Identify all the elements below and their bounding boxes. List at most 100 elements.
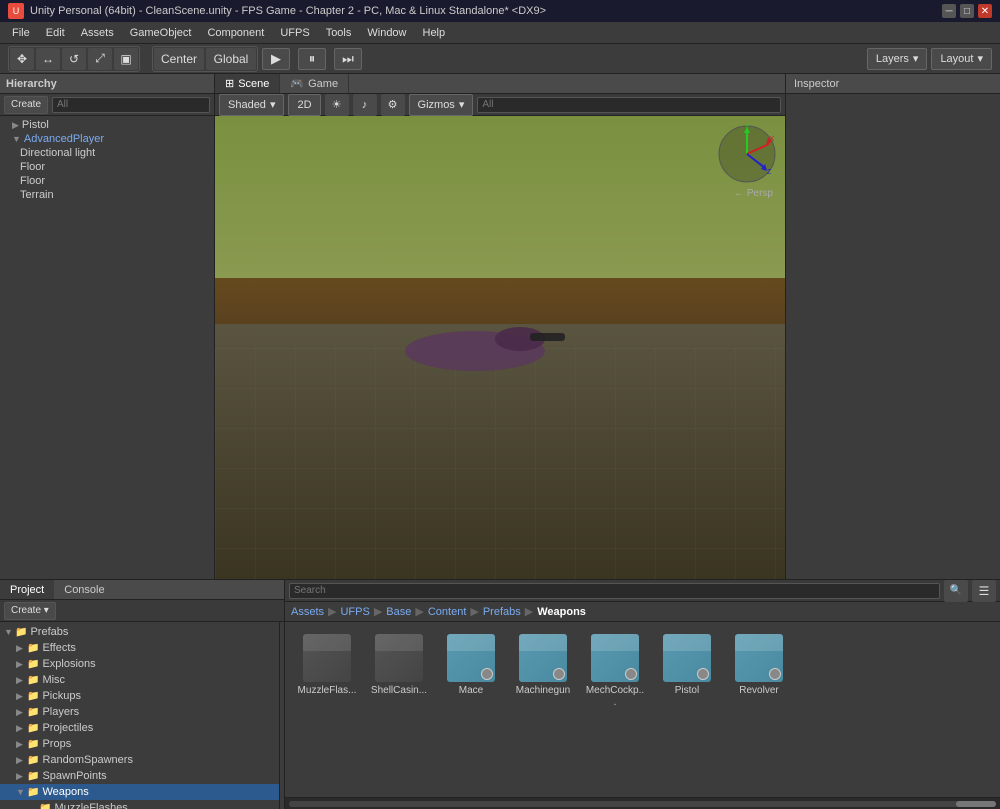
breadcrumb-weapons[interactable]: Weapons bbox=[537, 606, 586, 618]
asset-label: ShellCasin... bbox=[371, 685, 427, 697]
project-tab[interactable]: Project bbox=[0, 580, 54, 599]
tree-item-randomspawners[interactable]: ▶ 📁 RandomSpawners bbox=[0, 752, 279, 768]
menu-gameobject[interactable]: GameObject bbox=[122, 25, 200, 41]
expand-arrow: ▶ bbox=[16, 659, 24, 670]
close-button[interactable]: ✕ bbox=[978, 4, 992, 18]
play-button[interactable]: ▶ bbox=[262, 48, 290, 70]
tree-item-muzzleflashes[interactable]: 📁 MuzzleFlashes bbox=[0, 800, 279, 809]
shaded-dropdown[interactable]: Shaded▾ bbox=[219, 94, 284, 116]
scene-tab[interactable]: ⊞ Scene bbox=[215, 74, 280, 93]
folder-icon: 📁 bbox=[27, 787, 39, 798]
folder-icon: 📁 bbox=[27, 755, 39, 766]
hierarchy-item-floor1[interactable]: Floor bbox=[0, 160, 214, 174]
tree-item-players[interactable]: ▶ 📁 Players bbox=[0, 704, 279, 720]
scene-viewport[interactable]: Y X Z ← Persp bbox=[215, 116, 785, 579]
tree-item-spawnpoints[interactable]: ▶ 📁 SpawnPoints bbox=[0, 768, 279, 784]
layout-dropdown[interactable]: Layout ▾ bbox=[931, 48, 992, 70]
assets-options-button[interactable]: ☰ bbox=[972, 580, 996, 602]
global-button[interactable]: Global bbox=[206, 48, 256, 70]
scale-tool[interactable]: ⤢ bbox=[88, 48, 112, 70]
scene-toolbar: Shaded▾ 2D ☀ ♪ ⚙ Gizmos▾ bbox=[215, 94, 785, 116]
rect-tool[interactable]: ▣ bbox=[114, 48, 138, 70]
asset-muzzleflashes[interactable]: MuzzleFlas... bbox=[293, 630, 361, 713]
inspector-panel: Inspector bbox=[785, 74, 1000, 579]
asset-shellcasings[interactable]: ShellCasin... bbox=[365, 630, 433, 713]
layers-dropdown[interactable]: Layers ▾ bbox=[867, 48, 928, 70]
breadcrumb-content[interactable]: Content bbox=[428, 606, 467, 618]
folder-icon: 📁 bbox=[27, 691, 39, 702]
hierarchy-item-label: Terrain bbox=[20, 189, 54, 201]
folder-dark-icon bbox=[375, 634, 423, 682]
asset-mace[interactable]: Mace bbox=[437, 630, 505, 713]
tree-item-effects[interactable]: ▶ 📁 Effects bbox=[0, 640, 279, 656]
breadcrumb-ufps[interactable]: UFPS bbox=[340, 606, 369, 618]
expand-arrow: ▶ bbox=[16, 771, 24, 782]
menu-window[interactable]: Window bbox=[359, 25, 414, 41]
folder-icon: 📁 bbox=[27, 739, 39, 750]
window-title: Unity Personal (64bit) - CleanScene.unit… bbox=[30, 5, 546, 17]
hierarchy-item-label: AdvancedPlayer bbox=[24, 133, 104, 145]
move-tool[interactable]: ↔ bbox=[36, 48, 60, 70]
hierarchy-tab[interactable]: Hierarchy bbox=[6, 78, 57, 90]
breadcrumb-base[interactable]: Base bbox=[386, 606, 411, 618]
project-create-button[interactable]: Create ▾ bbox=[4, 602, 56, 620]
tree-item-misc[interactable]: ▶ 📁 Misc bbox=[0, 672, 279, 688]
assets-search[interactable] bbox=[289, 583, 940, 599]
effects-button[interactable]: ⚙ bbox=[381, 94, 405, 116]
tree-item-prefabs[interactable]: ▼ 📁 Prefabs bbox=[0, 624, 279, 640]
scene-search[interactable] bbox=[477, 97, 781, 113]
asset-pistol[interactable]: Pistol bbox=[653, 630, 721, 713]
tree-item-pickups[interactable]: ▶ 📁 Pickups bbox=[0, 688, 279, 704]
scene-gizmo: Y X Z bbox=[717, 124, 777, 184]
asset-label: Pistol bbox=[675, 685, 699, 697]
lighting-button[interactable]: ☀ bbox=[325, 94, 349, 116]
pause-button[interactable]: ⏸ bbox=[298, 48, 326, 70]
hierarchy-item-pistol[interactable]: ▶ Pistol bbox=[0, 118, 214, 132]
tree-item-explosions[interactable]: ▶ 📁 Explosions bbox=[0, 656, 279, 672]
asset-machinegun[interactable]: Machinegun bbox=[509, 630, 577, 713]
step-button[interactable]: ⏭ bbox=[334, 48, 362, 70]
asset-badge bbox=[481, 668, 493, 680]
hierarchy-create-button[interactable]: Create bbox=[4, 96, 48, 114]
folder-icon: 📁 bbox=[39, 803, 51, 809]
menu-help[interactable]: Help bbox=[415, 25, 454, 41]
hierarchy-item-floor2[interactable]: Floor bbox=[0, 174, 214, 188]
2d-button[interactable]: 2D bbox=[288, 94, 320, 116]
menu-component[interactable]: Component bbox=[199, 25, 272, 41]
hierarchy-item-advancedplayer[interactable]: ▼ AdvancedPlayer bbox=[0, 132, 214, 146]
maximize-button[interactable]: □ bbox=[960, 4, 974, 18]
inspector-header: Inspector bbox=[786, 74, 1000, 94]
menu-tools[interactable]: Tools bbox=[318, 25, 360, 41]
asset-mechcockpit[interactable]: MechCockp... bbox=[581, 630, 649, 713]
rotate-tool[interactable]: ↺ bbox=[62, 48, 86, 70]
tree-label: Players bbox=[42, 706, 79, 718]
hierarchy-item-dirlight[interactable]: Directional light bbox=[0, 146, 214, 160]
hand-tool[interactable]: ✥ bbox=[10, 48, 34, 70]
persp-label: ← Persp bbox=[734, 188, 773, 199]
asset-badge bbox=[553, 668, 565, 680]
menu-edit[interactable]: Edit bbox=[38, 25, 73, 41]
minimize-button[interactable]: ─ bbox=[942, 4, 956, 18]
tree-item-props[interactable]: ▶ 📁 Props bbox=[0, 736, 279, 752]
tree-item-weapons[interactable]: ▼ 📁 Weapons bbox=[0, 784, 279, 800]
assets-scrollbar[interactable] bbox=[285, 797, 1000, 809]
breadcrumb-prefabs[interactable]: Prefabs bbox=[483, 606, 521, 618]
tree-label: Effects bbox=[42, 642, 75, 654]
center-button[interactable]: Center bbox=[154, 48, 204, 70]
game-tab[interactable]: 🎮 Game bbox=[280, 74, 349, 93]
hierarchy-search[interactable] bbox=[52, 97, 210, 113]
menu-assets[interactable]: Assets bbox=[73, 25, 122, 41]
console-tab[interactable]: Console bbox=[54, 580, 114, 599]
search-icon-button[interactable]: 🔍 bbox=[944, 580, 968, 602]
scrollbar-thumb[interactable] bbox=[956, 801, 996, 807]
asset-revolver[interactable]: Revolver bbox=[725, 630, 793, 713]
playback-controls: ▶ ⏸ ⏭ bbox=[262, 48, 362, 70]
menu-ufps[interactable]: UFPS bbox=[272, 25, 317, 41]
menu-file[interactable]: File bbox=[4, 25, 38, 41]
breadcrumb-assets[interactable]: Assets bbox=[291, 606, 324, 618]
hierarchy-item-terrain[interactable]: Terrain bbox=[0, 188, 214, 202]
audio-button[interactable]: ♪ bbox=[353, 94, 377, 116]
tree-item-projectiles[interactable]: ▶ 📁 Projectiles bbox=[0, 720, 279, 736]
gizmos-dropdown[interactable]: Gizmos▾ bbox=[409, 94, 474, 116]
project-tree: ▼ 📁 Prefabs ▶ 📁 Effects ▶ 📁 Explosions ▶… bbox=[0, 622, 280, 809]
